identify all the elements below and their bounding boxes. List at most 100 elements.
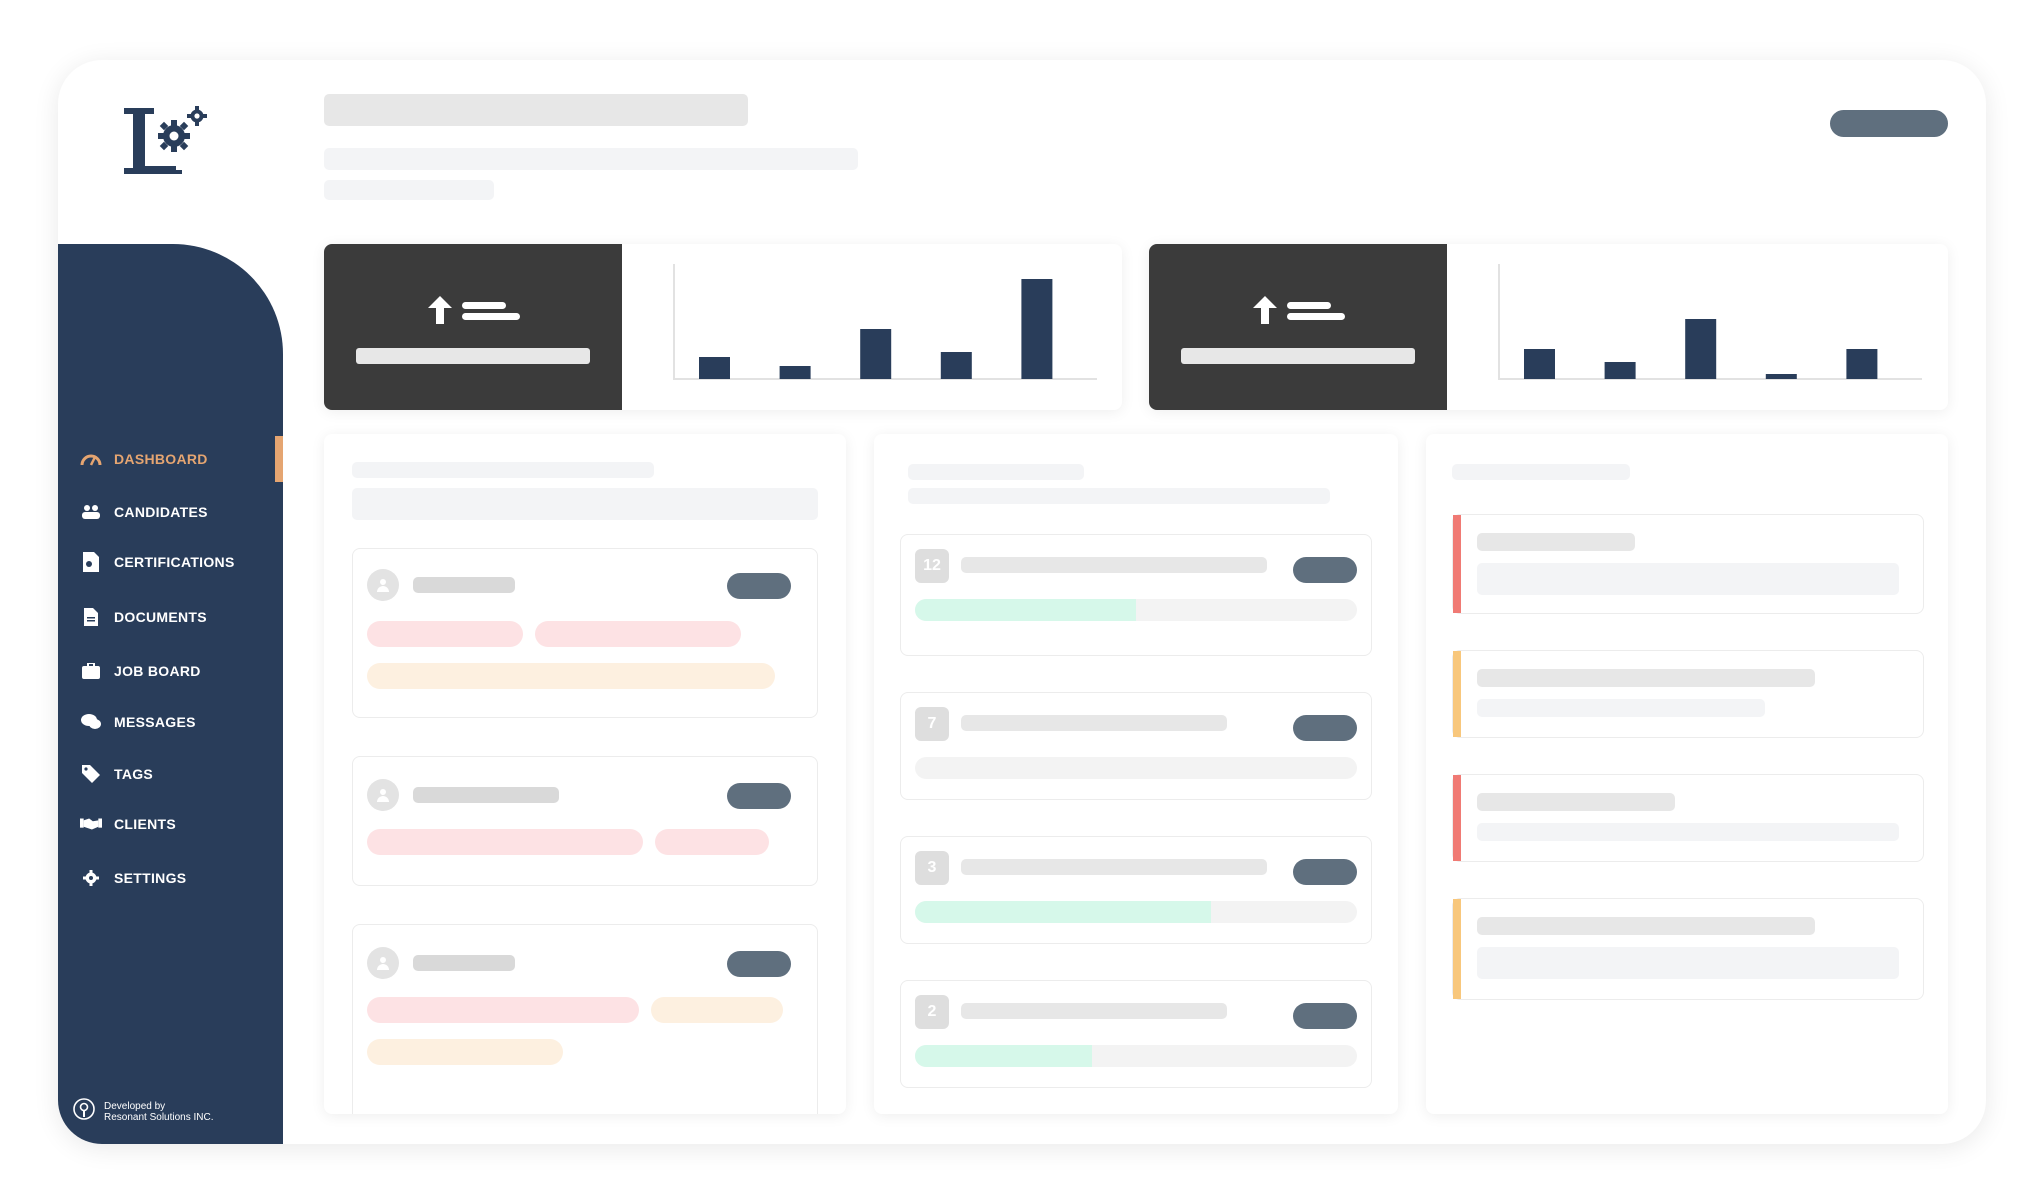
queue-item-title-placeholder (961, 859, 1267, 875)
candidate-action-button[interactable] (727, 573, 791, 599)
tag-pill (651, 997, 783, 1023)
alert-body-placeholder (1477, 947, 1899, 979)
header-action-button[interactable] (1830, 110, 1948, 137)
queue-item[interactable]: 3 (900, 836, 1372, 944)
alert-card[interactable] (1452, 898, 1924, 1000)
sidebar-item-documents[interactable]: DOCUMENTS (58, 594, 283, 640)
chart-bar (1685, 319, 1717, 379)
sidebar-item-label: JOB BOARD (114, 663, 201, 679)
chart-bar (1765, 374, 1797, 379)
queue-action-button[interactable] (1293, 715, 1357, 741)
sidebar-item-label: CLIENTS (114, 816, 176, 832)
queue-panel: 12 7 3 2 (874, 434, 1398, 1114)
sidebar-item-dashboard[interactable]: DASHBOARD (58, 436, 283, 482)
progress-bar (915, 757, 1357, 779)
page-title-placeholder (324, 94, 748, 126)
sidebar-item-label: DOCUMENTS (114, 609, 207, 625)
stat-card-summary (324, 244, 622, 410)
chart-bar (860, 329, 892, 379)
count-badge: 2 (915, 995, 949, 1029)
briefcase-icon (80, 660, 102, 682)
footer-line-1: Developed by (104, 1100, 166, 1112)
tag-pill (655, 829, 769, 855)
avatar (367, 947, 399, 979)
tag-pill (367, 1039, 563, 1065)
stat-card-summary (1149, 244, 1447, 410)
sidebar-item-label: TAGS (114, 766, 154, 782)
queue-item[interactable]: 2 (900, 980, 1372, 1088)
alert-body-placeholder (1477, 563, 1899, 595)
queue-action-button[interactable] (1293, 1003, 1357, 1029)
stat-label-placeholder (1181, 348, 1415, 364)
alert-accent-bar (1453, 775, 1461, 861)
candidate-card[interactable] (352, 548, 818, 718)
avatar (367, 779, 399, 811)
candidate-action-button[interactable] (727, 783, 791, 809)
page-meta-placeholder (324, 180, 494, 200)
app-logo (124, 106, 207, 174)
sidebar-item-label: CERTIFICATIONS (114, 554, 235, 570)
panel-title-placeholder (352, 462, 654, 478)
candidate-card[interactable] (352, 756, 818, 886)
progress-fill (915, 901, 1212, 923)
gauge-icon (80, 448, 102, 470)
alert-accent-bar (1453, 515, 1461, 613)
progress-bar (915, 599, 1357, 621)
sidebar-item-clients[interactable]: CLIENTS (58, 801, 283, 847)
alert-title-placeholder (1477, 793, 1675, 811)
alert-accent-bar (1453, 651, 1461, 737)
stat-card-2 (1149, 244, 1948, 410)
alerts-panel (1426, 434, 1948, 1114)
alert-card[interactable] (1452, 774, 1924, 862)
avatar (367, 569, 399, 601)
alert-body-placeholder (1477, 699, 1765, 717)
sidebar-item-tags[interactable]: TAGS (58, 751, 283, 797)
stat-bar-chart-1 (673, 264, 1097, 380)
gear-icon (80, 867, 102, 889)
sidebar-item-candidates[interactable]: CANDIDATES (58, 489, 283, 535)
certificate-icon (80, 551, 102, 573)
sidebar-item-settings[interactable]: SETTINGS (58, 855, 283, 901)
sidebar: DASHBOARD CANDIDATES CERTIFICATIONS DOCU… (58, 244, 283, 1144)
arrow-up-list-icon (428, 296, 520, 324)
queue-item[interactable]: 12 (900, 534, 1372, 656)
candidate-card[interactable] (352, 924, 818, 1114)
alert-accent-bar (1453, 899, 1461, 999)
queue-item[interactable]: 7 (900, 692, 1372, 800)
stat-bar-chart-2 (1498, 264, 1922, 380)
progress-bar (915, 901, 1357, 923)
resonant-logo-icon (72, 1097, 96, 1126)
developer-credit: Developed by Resonant Solutions INC. (72, 1097, 214, 1126)
tag-icon (80, 763, 102, 785)
sidebar-item-messages[interactable]: MESSAGES (58, 699, 283, 745)
candidate-name-placeholder (413, 577, 515, 593)
stat-label-placeholder (356, 348, 590, 364)
tag-pill (535, 621, 741, 647)
candidate-action-button[interactable] (727, 951, 791, 977)
queue-action-button[interactable] (1293, 557, 1357, 583)
queue-item-title-placeholder (961, 715, 1227, 731)
alert-card[interactable] (1452, 650, 1924, 738)
queue-action-button[interactable] (1293, 859, 1357, 885)
sidebar-item-certifications[interactable]: CERTIFICATIONS (58, 539, 283, 585)
panel-subtitle-placeholder (908, 488, 1330, 504)
sidebar-item-label: DASHBOARD (114, 451, 208, 467)
users-icon (80, 501, 102, 523)
chat-icon (80, 711, 102, 733)
progress-fill (915, 599, 1136, 621)
alert-title-placeholder (1477, 533, 1635, 551)
progress-bar (915, 1045, 1357, 1067)
alert-card[interactable] (1452, 514, 1924, 614)
panel-search-placeholder[interactable] (352, 488, 818, 520)
arrow-up-list-icon (1253, 296, 1345, 324)
chart-bar (699, 357, 730, 379)
chart-bar (1604, 362, 1636, 379)
progress-fill (915, 1045, 1092, 1067)
chart-bar (779, 366, 811, 379)
candidates-panel (324, 434, 846, 1114)
sidebar-item-job-board[interactable]: JOB BOARD (58, 648, 283, 694)
sidebar-item-label: MESSAGES (114, 714, 196, 730)
sidebar-item-label: SETTINGS (114, 870, 187, 886)
count-badge: 7 (915, 707, 949, 741)
page-subtitle-placeholder (324, 148, 858, 170)
